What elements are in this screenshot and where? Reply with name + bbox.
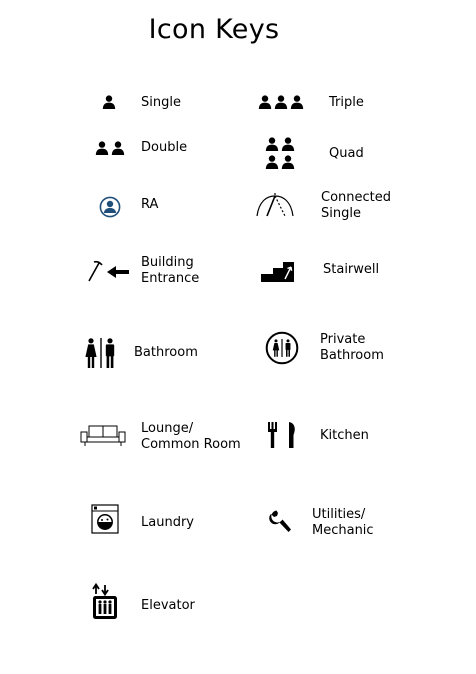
- double-icon: [95, 141, 125, 155]
- laundry-label: Laundry: [141, 515, 194, 530]
- triple-icon: [258, 95, 304, 109]
- utilities-icon: [269, 510, 291, 532]
- page-title: Icon Keys: [148, 14, 280, 45]
- single-icon: [102, 95, 116, 109]
- elevator-label: Elevator: [141, 598, 195, 613]
- building-entrance-label: Building Entrance: [141, 255, 200, 286]
- kitchen-icon: [268, 422, 295, 448]
- double-label: Double: [141, 140, 188, 155]
- connected-single-label: Connected Single: [321, 190, 392, 221]
- elevator-icon: [92, 582, 117, 619]
- building-entrance-icon: [88, 260, 129, 282]
- lounge-icon: [80, 425, 126, 446]
- bathroom-label: Bathroom: [134, 345, 198, 360]
- stairwell-icon: [261, 262, 294, 282]
- quad-label: Quad: [329, 146, 364, 161]
- stairwell-label: Stairwell: [323, 262, 380, 277]
- connected-single-icon: [256, 193, 294, 217]
- single-label: Single: [141, 95, 181, 110]
- ra-label: RA: [141, 197, 159, 212]
- kitchen-label: Kitchen: [320, 428, 369, 443]
- private-bathroom-label: Private Bathroom: [320, 332, 384, 363]
- triple-label: Triple: [329, 95, 364, 110]
- private-bathroom-icon: [265, 331, 299, 365]
- ra-icon: [99, 196, 121, 218]
- quad-icon: [265, 137, 295, 169]
- laundry-icon: [91, 504, 119, 534]
- utilities-label: Utilities/ Mechanic: [312, 507, 374, 538]
- bathroom-icon: [85, 338, 115, 368]
- lounge-label: Lounge/ Common Room: [141, 421, 241, 452]
